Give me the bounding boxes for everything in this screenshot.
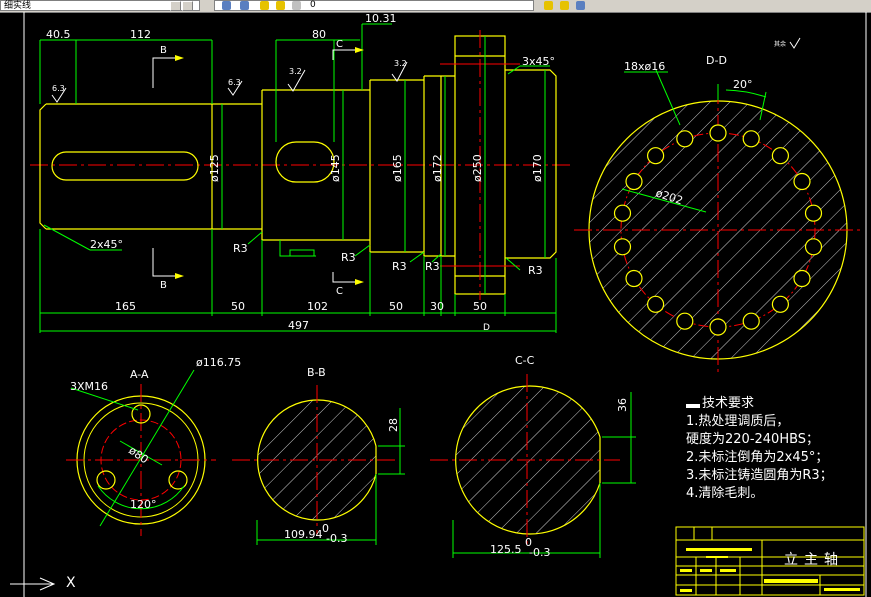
roughness-other-symbol [789,37,801,49]
section-bb-title: B-B [307,366,326,379]
radius-4: R3 [425,260,440,273]
layer-match-icon[interactable] [560,1,569,10]
aa-diameter: ø116.75 [196,356,241,369]
cc-dim: 125.5 [490,543,522,556]
dim-d170: ø170 [531,154,544,182]
freeze-icon [240,1,249,10]
layer-on-icon [222,1,231,10]
dim-10-31: 10.31 [365,12,397,25]
aa-angle: 120° [130,498,157,511]
section-dd [574,69,862,374]
dim-30: 30 [430,300,444,313]
dim-d145: ø145 [329,154,342,182]
dim-50-a: 50 [231,300,245,313]
dim-40-5: 40.5 [46,28,71,41]
dd-bolt-hole [804,204,823,222]
section-dd-title: D-D [706,54,727,67]
dim-50-c: 50 [473,300,487,313]
chamfer-top: 3x45° [522,55,555,68]
notes-item-3: 3.未标注铸造圆角为R3； [686,468,833,483]
dd-bolt-hole [804,238,823,256]
dim-50-b: 50 [389,300,403,313]
notes-item-4: 4.清除毛刺。 [686,486,764,501]
dd-holes-label: 18xø16 [624,60,665,73]
dim-80: 80 [312,28,326,41]
notes-item-1b: 硬度为220-240HBS； [686,432,820,447]
notes-item-2: 2.未标注倒角为2x45°； [686,450,829,465]
layer-name: 0 [310,0,316,10]
section-mark-b-top: B [160,45,167,56]
ucs-x-label: X [66,575,76,591]
ucs-icon [10,577,56,591]
dd-bolt-hole [793,269,811,288]
lightbulb-icon [260,1,269,10]
dd-bolt-hole [646,295,665,313]
dd-bolt-hole [625,172,643,191]
section-markers [152,49,355,283]
dd-bolt-hole [742,312,760,330]
dd-bolt-hole [709,318,727,336]
lock-icon [292,1,301,10]
dim-d172: ø172 [431,154,444,182]
roughness-2: 6.3 [228,78,241,87]
radius-3: R3 [392,260,407,273]
layer-prev-icon[interactable] [576,1,585,10]
drawing-canvas[interactable]: B B C C D 40.5 112 80 10.31 3x45° 6.3 6.… [0,12,871,597]
section-mark-d: D [483,323,490,333]
layer-previous-button[interactable] [182,1,193,11]
notes-title: 技术要求 [686,395,833,413]
dim-112: 112 [130,28,151,41]
dim-102: 102 [307,300,328,313]
dim-d165: ø165 [391,154,404,182]
section-aa-title: A-A [130,368,149,381]
key-depth-box [289,249,315,257]
notes-item-1: 1.热处理调质后， [686,414,790,429]
make-current-icon[interactable] [544,1,553,10]
section-cc-title: C-C [515,354,535,367]
radius-5: R3 [528,264,543,277]
bb-dim: 109.94 [284,528,323,541]
dim-d250: ø250 [471,154,484,182]
aa-thread: 3XM16 [70,380,108,393]
dd-bolt-hole [646,147,665,165]
sun-icon [276,1,285,10]
chamfer-bottom: 2x45° [90,238,123,251]
radius-2: R3 [341,251,356,264]
dim-165: 165 [115,300,136,313]
roughness-other: 其余 [774,40,786,48]
section-bb [232,385,405,545]
dd-bolt-hole [709,124,727,142]
dd-bolt-hole [613,204,632,222]
dd-bolt-hole [771,147,790,165]
section-mark-c-top: C [336,39,343,50]
dd-bolt-hole [676,130,694,148]
section-mark-c-bottom: C [336,286,343,297]
dd-bolt-hole [793,172,811,191]
bb-tol2: -0.3 [326,532,347,545]
dd-bolt-hole [742,130,760,148]
layer-states-button[interactable] [170,1,181,11]
dd-bolt-hole [613,238,632,256]
radius-1: R3 [233,242,248,255]
roughness-4: 3.2 [394,59,407,68]
part-name: 立主轴 [784,552,844,568]
roughness-3: 3.2 [289,67,302,76]
dim-d125: ø125 [208,154,221,182]
section-cc [430,374,636,558]
dd-bolt-hole [771,295,790,313]
technical-requirements: 技术要求 1.热处理调质后， 硬度为220-240HBS； 2.未标注倒角为2x… [686,395,833,503]
dd-bolt-hole [625,269,643,288]
dd-bolt-hole [676,312,694,330]
dd-angle: 20° [733,78,753,91]
bb-key: 28 [387,418,400,432]
cc-tol2: -0.3 [529,546,550,559]
dim-497: 497 [288,319,309,332]
section-mark-b-bottom: B [160,280,167,291]
roughness-1: 6.3 [52,84,65,93]
cc-key: 36 [616,398,629,412]
